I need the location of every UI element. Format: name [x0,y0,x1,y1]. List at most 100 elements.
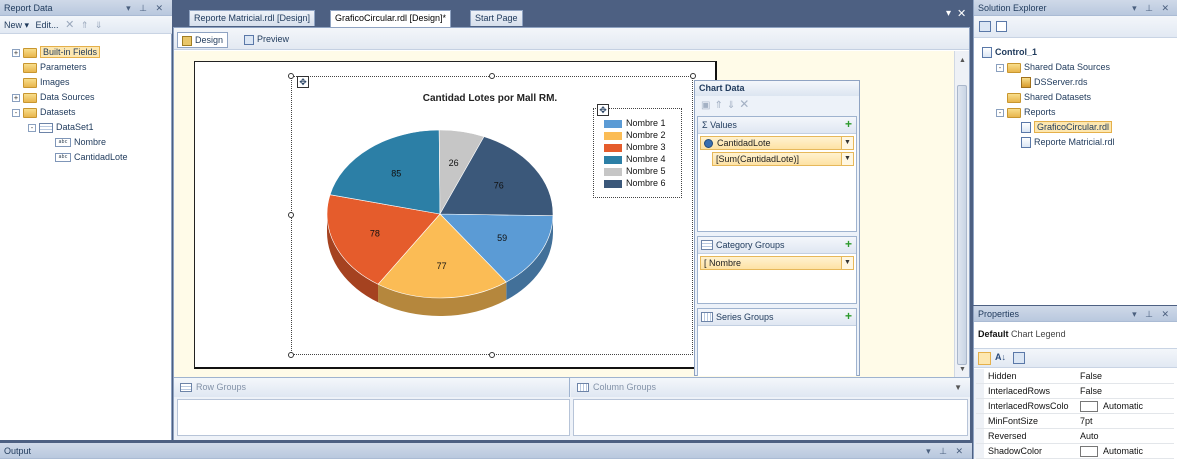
chart-resize-handle-tm[interactable] [489,73,495,79]
chart-resize-handle-tr[interactable] [690,73,696,79]
categorized-icon[interactable] [978,352,991,365]
move-up-icon[interactable]: ⇑ [81,20,89,30]
delete-icon[interactable]: ✕ [739,97,753,111]
solution-explorer-item[interactable]: - Shared Data Sources [996,60,1110,75]
report-data-item[interactable]: Parameters [12,60,87,75]
properties-object-selector[interactable]: Default Chart Legend [976,326,1176,343]
chart-title[interactable]: Cantidad Lotes por Mall RM. [400,93,580,104]
property-value[interactable]: Auto [1080,429,1099,443]
chart-resize-handle-bl[interactable] [288,352,294,358]
property-row[interactable]: Reversed Auto [976,429,1174,444]
solution-explorer-pin-icon[interactable]: ▾ ⊥ ✕ [1132,0,1172,16]
report-data-title-bar: Report Data ▾ ⊥ ✕ [0,0,172,16]
property-row[interactable]: InterlacedRowsColo Automatic [976,399,1174,414]
category-item[interactable]: [ Nombre ▼ [700,256,854,270]
vertical-scrollbar[interactable]: ▲ ▼ [954,51,969,377]
report-icon [1021,137,1031,149]
property-row[interactable]: Hidden False [976,369,1174,384]
design-tab[interactable]: Design [177,32,229,48]
value-item[interactable]: CantidadLote ▼ [700,136,854,150]
property-value[interactable]: Automatic [1080,399,1143,413]
properties-icon[interactable] [979,21,991,32]
solution-explorer-item[interactable]: GraficoCircular.rdl [1010,120,1113,135]
alphabetical-icon[interactable]: A↓ [995,352,1006,362]
report-data-item[interactable]: + Data Sources [12,90,95,105]
tab-start-page[interactable]: Start Page [470,10,523,26]
legend-move-handle-icon[interactable]: ✥ [597,104,609,116]
chart-resize-handle-tl[interactable] [288,73,294,79]
report-data-item[interactable]: abc Nombre [44,135,106,150]
chart-resize-handle-bm[interactable] [489,352,495,358]
scroll-down-arrow[interactable]: ▼ [959,366,966,373]
move-down-icon[interactable]: ⇓ [95,20,103,30]
report-data-item[interactable]: abc CantidadLote [44,150,128,165]
expander-icon[interactable]: - [996,108,1004,117]
tabs-dropdown-icon[interactable]: ▾ [946,8,951,19]
category-item-dropdown-icon[interactable]: ▼ [841,257,853,269]
expander-icon[interactable]: + [12,48,20,57]
report-data-toolbar: New ▾ Edit... ✕ ⇑ ⇓ [0,16,172,34]
expander-icon[interactable]: - [996,63,1004,72]
property-pages-icon[interactable] [1013,352,1025,364]
property-row[interactable]: MinFontSize 7pt [976,414,1174,429]
chart-resize-handle-ml[interactable] [288,212,294,218]
expander-icon[interactable]: - [28,123,36,132]
report-data-item[interactable]: - Datasets [12,105,76,120]
edit-button[interactable]: Edit... [36,20,59,30]
move-down-icon[interactable]: ⇓ [727,100,739,111]
chart-move-handle-icon[interactable]: ✥ [297,76,309,88]
solution-explorer-item[interactable]: Control_1 [982,45,1037,60]
new-button[interactable]: New ▾ [4,20,29,30]
report-data-item[interactable]: Images [12,75,70,90]
groups-dropdown-icon[interactable]: ▼ [954,378,962,397]
values-header: Σ Values + [698,117,856,134]
add-category-icon[interactable]: + [845,237,852,252]
add-value-icon[interactable]: + [845,117,852,132]
report-data-item[interactable]: + Built-in Fields [12,45,101,60]
solution-explorer-item[interactable]: Shared Datasets [996,90,1091,105]
pie-data-label: 78 [370,228,380,238]
values-header-label: Σ Values [702,120,737,130]
output-pin-icon[interactable]: ▾ ⊥ ✕ [926,443,966,459]
value-expression[interactable]: [Sum(CantidadLote)] ▼ [712,152,854,166]
legend-swatch [604,179,622,188]
expander-icon[interactable]: - [12,108,20,117]
property-value[interactable]: 7pt [1080,414,1093,428]
property-name: MinFontSize [988,416,1039,426]
solution-explorer-item-label: Shared Datasets [1024,92,1092,102]
property-row[interactable]: InterlacedRows False [976,384,1174,399]
show-all-files-icon[interactable] [996,21,1007,32]
value-expression-dropdown-icon[interactable]: ▼ [841,153,853,165]
property-row[interactable]: ShadowColor Automatic [976,444,1174,459]
expander-icon[interactable]: + [12,93,20,102]
value-item-dropdown-icon[interactable]: ▼ [841,137,853,149]
tab-reporte-matricial[interactable]: Reporte Matricial.rdl [Design] [189,10,316,26]
delete-icon[interactable]: ✕ [65,19,74,31]
solution-explorer-item[interactable]: - Reports [996,105,1056,120]
pie-chart[interactable]: 59 77 78 85 26 76 [325,118,565,338]
category-groups-section: Category Groups + [ Nombre ▼ [697,236,857,304]
tab-grafico-circular[interactable]: GraficoCircular.rdl [Design]* [330,10,452,27]
report-data-item-label: Parameters [40,62,87,72]
properties-pin-icon[interactable]: ▾ ⊥ ✕ [1132,306,1172,322]
column-groups-area[interactable] [573,399,968,436]
scroll-thumb[interactable] [957,85,967,365]
solution-explorer-item[interactable]: Reporte Matricial.rdl [1010,135,1115,150]
legend-label: Nombre 2 [626,130,666,140]
close-tab-icon[interactable]: ✕ [957,7,966,20]
scroll-up-arrow[interactable]: ▲ [959,57,966,64]
table-icon [39,122,53,133]
folder-icon [23,92,37,103]
preview-tab[interactable]: Preview [240,32,293,48]
pin-icon[interactable]: ▾ ⊥ ✕ [126,0,166,16]
properties-icon[interactable]: ▣ [701,100,714,111]
row-groups-area[interactable] [177,399,570,436]
add-series-icon[interactable]: + [845,309,852,324]
property-value[interactable]: False [1080,369,1102,383]
property-value[interactable]: Automatic [1080,444,1143,458]
move-up-icon[interactable]: ⇑ [714,100,726,111]
report-data-item[interactable]: - DataSet1 [28,120,94,135]
property-value[interactable]: False [1080,384,1102,398]
pie-data-label: 77 [437,261,447,271]
solution-explorer-item[interactable]: DSServer.rds [1010,75,1088,90]
